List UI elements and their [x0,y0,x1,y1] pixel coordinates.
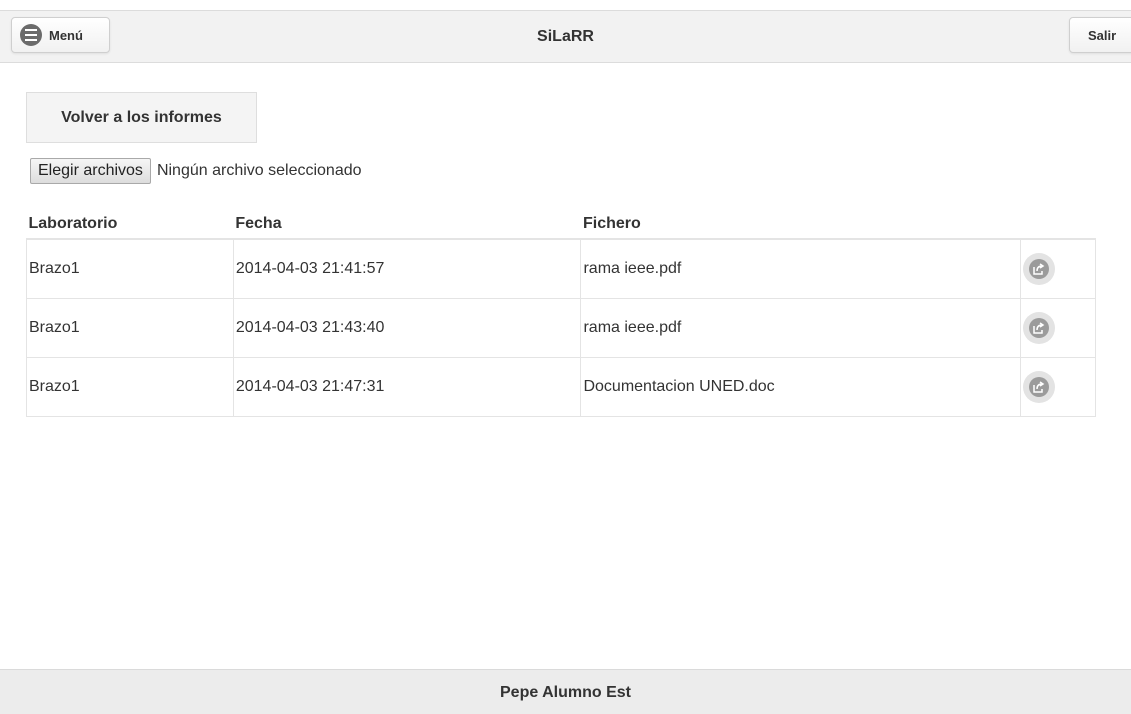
share-icon [1029,259,1050,279]
file-status-text: Ningún archivo seleccionado [156,162,362,179]
cell-fichero: Documentacion UNED.doc [580,357,1022,417]
page: SiLaRR Menú Salir Volver a los informes … [0,0,1131,714]
menu-icon [20,24,42,46]
footer-user-name: Pepe Alumno Est [500,684,631,701]
cell-fichero: rama ieee.pdf [580,238,1022,299]
cell-laboratorio: Brazo1 [26,298,234,358]
cell-fecha: 2014-04-03 21:47:31 [232,357,582,417]
share-icon [1029,377,1050,397]
table-row: Brazo1 2014-04-03 21:47:31 Documentacion… [26,357,1096,417]
cell-fecha: 2014-04-03 21:41:57 [232,238,582,299]
share-button[interactable] [1023,312,1056,344]
header-bar: SiLaRR Menú Salir [0,10,1131,63]
share-icon [1029,318,1050,338]
share-button[interactable] [1023,253,1056,285]
files-table: Laboratorio Fecha Fichero Brazo1 2014-04… [26,209,1096,417]
cell-fichero: rama ieee.pdf [580,298,1022,358]
cell-action [1020,357,1096,417]
column-header-laboratorio: Laboratorio [26,209,234,240]
column-header-actions [1020,209,1096,240]
table-header-row: Laboratorio Fecha Fichero [26,209,1096,240]
cell-laboratorio: Brazo1 [26,238,234,299]
menu-button-label: Menú [49,27,83,43]
menu-button[interactable]: Menú [11,17,110,53]
back-to-reports-label: Volver a los informes [61,108,222,126]
cell-fecha: 2014-04-03 21:43:40 [232,298,582,358]
footer-bar: Pepe Alumno Est [0,669,1131,714]
table-row: Brazo1 2014-04-03 21:43:40 rama ieee.pdf [26,298,1096,358]
logout-button[interactable]: Salir [1069,17,1131,53]
table-row: Brazo1 2014-04-03 21:41:57 rama ieee.pdf [26,238,1096,299]
column-header-fecha: Fecha [233,209,581,240]
cell-action [1020,238,1096,299]
logout-button-label: Salir [1088,27,1117,43]
file-upload: Elegir archivos Ningún archivo seleccion… [30,158,362,184]
cell-action [1020,298,1096,358]
share-button[interactable] [1023,371,1056,403]
app-title: SiLaRR [537,28,594,45]
choose-files-button[interactable]: Elegir archivos [30,158,151,184]
column-header-fichero: Fichero [580,209,1021,240]
back-to-reports-button[interactable]: Volver a los informes [26,92,257,143]
cell-laboratorio: Brazo1 [26,357,234,417]
